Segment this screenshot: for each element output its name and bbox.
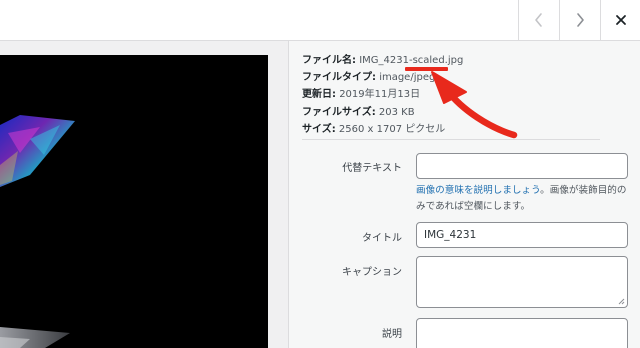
file-type-row: ファイルタイプ: image/jpeg	[302, 69, 463, 86]
modal-header	[0, 0, 640, 41]
resize-grip-icon[interactable]	[617, 297, 625, 305]
description-textarea[interactable]	[416, 318, 628, 348]
description-value	[417, 319, 627, 331]
upload-date-value: 2019年11月13日	[339, 89, 421, 101]
file-type-label: ファイルタイプ:	[302, 72, 376, 84]
chevron-left-icon	[535, 13, 542, 27]
caption-label: キャプション	[342, 267, 402, 278]
alt-text-input[interactable]	[416, 153, 628, 179]
alt-text-value	[417, 154, 627, 166]
file-name-value: IMG_4231-scaled.jpg	[359, 55, 464, 66]
title-label: タイトル	[362, 233, 402, 244]
file-type-value: image/jpeg	[379, 72, 436, 84]
alt-text-help: 画像の意味を説明しましょう。画像が装飾目的のみであれば空欄にします。	[416, 183, 632, 214]
caption-value	[417, 257, 627, 269]
close-icon	[615, 15, 626, 25]
section-divider	[302, 139, 600, 140]
dimensions-label: サイズ:	[302, 123, 336, 135]
next-button[interactable]	[559, 0, 600, 40]
dimensions-value: 2560 x 1707 ピクセル	[338, 123, 446, 135]
file-size-value: 203 KB	[378, 106, 415, 118]
file-size-label: ファイルサイズ:	[302, 106, 376, 118]
previous-button[interactable]	[518, 0, 559, 40]
chevron-right-icon	[577, 13, 584, 27]
file-size-row: ファイルサイズ: 203 KB	[302, 104, 463, 121]
attachment-preview	[0, 41, 288, 348]
description-label: 説明	[382, 329, 402, 340]
upload-date-row: 更新日: 2019年11月13日	[302, 86, 463, 103]
caption-textarea[interactable]	[416, 256, 628, 308]
dimensions-row: サイズ: 2560 x 1707 ピクセル	[302, 121, 463, 138]
title-input[interactable]: IMG_4231	[416, 222, 628, 248]
laptop-photo	[0, 55, 268, 348]
alt-text-label: 代替テキスト	[342, 163, 402, 174]
close-button[interactable]	[600, 0, 640, 40]
title-value: IMG_4231	[424, 229, 477, 241]
file-name-row: ファイル名: IMG_4231-scaled.jpg	[302, 52, 463, 69]
file-name-label: ファイル名:	[302, 55, 356, 66]
file-info: ファイル名: IMG_4231-scaled.jpg ファイルタイプ: imag…	[302, 52, 463, 138]
image-thumbnail	[0, 55, 268, 348]
upload-date-label: 更新日:	[302, 89, 336, 101]
alt-text-help-link[interactable]: 画像の意味を説明しましょう	[416, 185, 540, 196]
